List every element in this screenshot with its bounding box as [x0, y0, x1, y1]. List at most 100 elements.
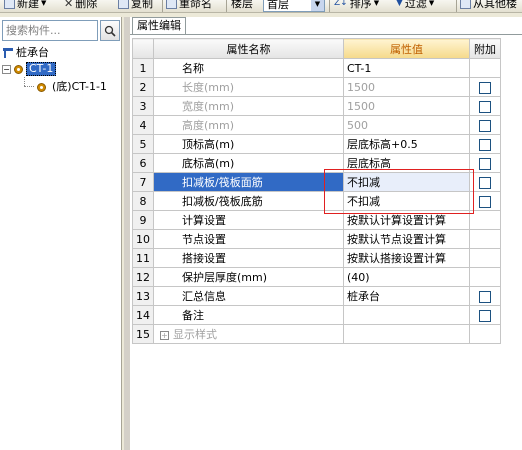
property-value-cell[interactable]: CT-1 [343, 58, 470, 78]
expand-icon[interactable]: + [160, 331, 169, 340]
property-value-cell[interactable]: 按默认节点设置计算 [343, 229, 470, 249]
table-row[interactable]: 2 长度(mm) 1500 [132, 77, 501, 97]
sort-button[interactable]: Z↓ 排序 ▼ [334, 0, 379, 12]
collapse-icon[interactable]: − [2, 64, 11, 74]
property-name-cell: 底标高(m) [153, 153, 344, 173]
property-name-text: 宽度(mm) [182, 100, 235, 113]
table-row[interactable]: 5 顶标高(m) 层底标高+0.5 [132, 134, 501, 154]
row-number: 1 [132, 58, 154, 78]
property-name-cell: 搭接设置 [153, 248, 344, 268]
property-value-cell[interactable] [343, 324, 470, 344]
tree-item-ct1[interactable]: − CT-1 [2, 61, 57, 77]
tree-item-root[interactable]: 桩承台 [2, 45, 49, 61]
extra-cell [469, 58, 501, 78]
extra-cell [469, 324, 501, 344]
property-name-text: 底标高(m) [182, 157, 235, 170]
floor-select[interactable]: 首层 ▼ [263, 0, 325, 12]
property-value-cell[interactable]: 按默认搭接设置计算 [343, 248, 470, 268]
property-value-cell[interactable] [343, 305, 470, 325]
table-row[interactable]: 1 名称 CT-1 [132, 58, 501, 78]
sort-label: 排序 [349, 0, 372, 10]
row-number: 10 [132, 229, 154, 249]
row-number: 4 [132, 115, 154, 135]
copy-from-label: 从其他楼 [473, 0, 517, 10]
extra-checkbox[interactable] [479, 176, 491, 189]
property-name-text: 显示样式 [173, 328, 217, 341]
toolbar: 新建 ▼ ✕ 删除 复制 重命名 楼层 首层 ▼ Z↓ 排序 ▼ ▼ 过滤 ▼ 从其他… [0, 0, 522, 13]
property-value-cell[interactable]: (40) [343, 267, 470, 287]
row-number: 14 [132, 305, 154, 325]
extra-cell [469, 191, 501, 211]
property-name-cell: + 显示样式 [153, 324, 344, 344]
search-icon [104, 25, 116, 37]
chevron-down-icon: ▼ [311, 0, 324, 11]
property-name-cell: 顶标高(m) [153, 134, 344, 154]
copy-floor-icon [460, 0, 471, 9]
extra-checkbox[interactable] [479, 119, 491, 132]
extra-checkbox[interactable] [479, 309, 491, 322]
property-name-text: 节点设置 [182, 233, 226, 246]
extra-checkbox[interactable] [479, 157, 491, 170]
rename-button[interactable]: 重命名 [166, 0, 212, 12]
extra-cell [469, 286, 501, 306]
copy-from-floor-button[interactable]: 从其他楼 [460, 0, 517, 12]
pile-cap-icon [3, 48, 13, 58]
filter-icon: ▼ [396, 0, 403, 8]
new-label: 新建 [17, 0, 39, 10]
delete-button[interactable]: ✕ 删除 [64, 0, 97, 12]
table-row[interactable]: 10 节点设置 按默认节点设置计算 [132, 229, 501, 249]
property-name-cell: 宽度(mm) [153, 96, 344, 116]
extra-checkbox[interactable] [479, 290, 491, 303]
row-number: 7 [132, 172, 154, 192]
property-name-text: 计算设置 [182, 214, 226, 227]
table-row[interactable]: 13 汇总信息 桩承台 [132, 286, 501, 306]
rename-label: 重命名 [179, 0, 212, 10]
tab-property-edit[interactable]: 属性编辑 [132, 17, 186, 34]
tree-item-ct1-1[interactable]: (底)CT-1-1 [36, 79, 107, 95]
extra-checkbox[interactable] [479, 81, 491, 94]
grid-header-row: 属性名称 属性值 附加 [132, 38, 501, 59]
search-button[interactable] [100, 20, 120, 41]
extra-cell [469, 229, 501, 249]
property-panel: 属性编辑 属性名称 属性值 附加 1 名称 CT-1 2 长度(mm) 1500 3 宽度(m… [130, 17, 522, 450]
property-value-cell[interactable]: 层底标高+0.5 [343, 134, 470, 154]
table-row[interactable]: 12 保护层厚度(mm) (40) [132, 267, 501, 287]
table-row[interactable]: 4 高度(mm) 500 [132, 115, 501, 135]
copy-button[interactable]: 复制 [118, 0, 153, 12]
table-row[interactable]: 11 搭接设置 按默认搭接设置计算 [132, 248, 501, 268]
property-name-text: 顶标高(m) [182, 138, 235, 151]
extra-cell [469, 134, 501, 154]
extra-cell [469, 248, 501, 268]
row-number: 5 [132, 134, 154, 154]
property-name-cell: 高度(mm) [153, 115, 344, 135]
extra-cell [469, 210, 501, 230]
tree-root-label: 桩承台 [16, 46, 49, 59]
property-value-cell[interactable]: 桩承台 [343, 286, 470, 306]
table-row[interactable]: 3 宽度(mm) 1500 [132, 96, 501, 116]
row-number: 6 [132, 153, 154, 173]
property-value-cell[interactable]: 1500 [343, 77, 470, 97]
gear-icon [14, 64, 23, 74]
property-name-cell: 计算设置 [153, 210, 344, 230]
extra-cell [469, 172, 501, 192]
search-input[interactable]: 搜索构件... [2, 20, 98, 41]
extra-checkbox[interactable] [479, 138, 491, 151]
tree-child-label: CT-1 [26, 62, 57, 76]
property-name-text: 扣减板/筏板面筋 [182, 176, 263, 189]
filter-button[interactable]: ▼ 过滤 ▼ [396, 0, 434, 12]
property-value-cell[interactable]: 500 [343, 115, 470, 135]
property-name-cell: 扣减板/筏板面筋 [153, 172, 344, 192]
table-row[interactable]: 15 + 显示样式 [132, 324, 501, 344]
floor-label: 楼层 [231, 0, 253, 12]
table-row[interactable]: 14 备注 [132, 305, 501, 325]
extra-checkbox[interactable] [479, 195, 491, 208]
row-number: 12 [132, 267, 154, 287]
search-placeholder: 搜索构件... [6, 24, 61, 37]
new-button[interactable]: 新建 ▼ [4, 0, 46, 12]
property-value-header: 属性值 [343, 38, 470, 59]
tree-grandchild-label: (底)CT-1-1 [52, 80, 107, 93]
highlight-box [324, 169, 474, 214]
row-number: 9 [132, 210, 154, 230]
property-value-cell[interactable]: 1500 [343, 96, 470, 116]
extra-checkbox[interactable] [479, 100, 491, 113]
